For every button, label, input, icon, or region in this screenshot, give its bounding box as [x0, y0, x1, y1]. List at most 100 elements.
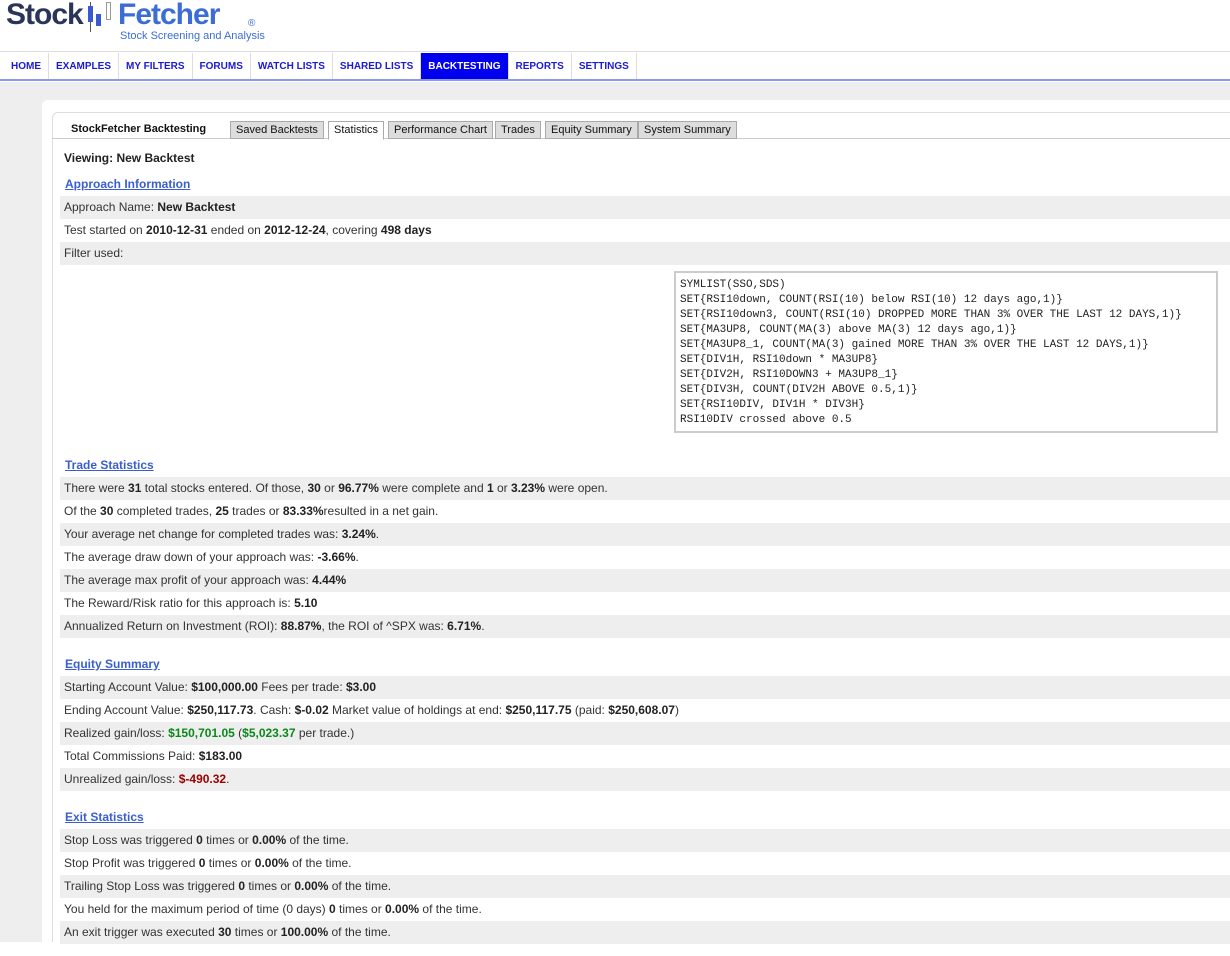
- tab-trades[interactable]: Trades: [495, 121, 541, 139]
- stat-value: 0.00%: [294, 879, 329, 893]
- stat-row: Filter used:: [60, 242, 1230, 265]
- tab-equity-summary[interactable]: Equity Summary: [545, 121, 638, 139]
- stat-value: $5,023.37: [242, 726, 296, 740]
- stat-value: 100.00%: [280, 925, 329, 939]
- stat-text: Of the: [64, 504, 101, 518]
- stat-value: $183.00: [198, 749, 243, 763]
- stat-row: An exit trigger was executed 30 times or…: [60, 921, 1230, 944]
- stat-text: Test started on: [64, 223, 147, 237]
- stat-text: of the time.: [419, 902, 482, 916]
- stat-text: times or: [231, 925, 281, 939]
- tab-statistics[interactable]: Statistics: [328, 121, 385, 140]
- candlestick-icon: [106, 2, 111, 20]
- stat-row: Realized gain/loss: $150,701.05 ($5,023.…: [60, 722, 1230, 745]
- stat-row: Stop Loss was triggered 0 times or 0.00%…: [60, 829, 1230, 852]
- stat-value: $-490.32: [178, 772, 227, 786]
- nav-watch-lists[interactable]: WATCH LISTS: [251, 53, 333, 79]
- stat-text: of the time.: [328, 879, 392, 893]
- stat-text: Stop Profit was triggered: [64, 856, 199, 870]
- stat-text: were open.: [545, 481, 608, 495]
- nav-settings[interactable]: SETTINGS: [572, 53, 637, 79]
- stat-text: The Reward/Risk ratio for this approach …: [64, 596, 295, 610]
- stat-value: 3.24%: [341, 527, 376, 541]
- stat-text: Filter used:: [64, 246, 124, 260]
- stat-text: times or: [245, 879, 295, 893]
- stat-row: Your average net change for completed tr…: [60, 523, 1230, 546]
- stat-value: 83.33%: [282, 504, 324, 518]
- stat-text: (paid:: [571, 703, 609, 717]
- nav-my-filters[interactable]: MY FILTERS: [119, 53, 193, 79]
- registered-icon: ®: [248, 18, 256, 29]
- stockfetcher-logo[interactable]: Stock Fetcher ® Stock Screening and Anal…: [6, 0, 306, 50]
- nav-shared-lists[interactable]: SHARED LISTS: [333, 53, 422, 79]
- stat-value: 31: [128, 481, 142, 495]
- stat-value: 30: [100, 504, 114, 518]
- stat-text: times or: [205, 856, 255, 870]
- tabs-title: StockFetcher Backtesting: [71, 123, 207, 135]
- stat-text: . Cash:: [253, 703, 295, 717]
- stat-row: Annualized Return on Investment (ROI): 8…: [60, 615, 1230, 638]
- stat-text: .: [355, 550, 359, 564]
- stat-row: The Reward/Risk ratio for this approach …: [60, 592, 1230, 615]
- tab-saved-backtests[interactable]: Saved Backtests: [230, 121, 324, 139]
- stat-value: -3.66%: [317, 550, 356, 564]
- stat-text: , the ROI of ^SPX was:: [321, 619, 448, 633]
- stat-text: .: [226, 772, 230, 786]
- stat-row: Trailing Stop Loss was triggered 0 times…: [60, 875, 1230, 898]
- stat-row: Total Commissions Paid: $183.00: [60, 745, 1230, 768]
- stat-value: 6.71%: [447, 619, 482, 633]
- nav-home[interactable]: HOME: [4, 53, 49, 79]
- stat-text: Annualized Return on Investment (ROI):: [64, 619, 281, 633]
- stat-text: per trade.): [295, 726, 355, 740]
- stat-row: You held for the maximum period of time …: [60, 898, 1230, 921]
- nav-reports[interactable]: REPORTS: [509, 53, 572, 79]
- stat-row: Of the 30 completed trades, 25 trades or…: [60, 500, 1230, 523]
- stat-value: $250,117.75: [505, 703, 572, 717]
- stat-text: trades or: [228, 504, 283, 518]
- stat-text: Fees per trade:: [257, 680, 346, 694]
- stat-text: Market value of holdings at end:: [328, 703, 506, 717]
- stat-text: , covering: [325, 223, 381, 237]
- logo-word-stock: Stock: [6, 0, 84, 31]
- stat-text: Trailing Stop Loss was triggered: [64, 879, 239, 893]
- section-link-approach-information[interactable]: Approach Information: [65, 177, 190, 191]
- section-link-equity-summary[interactable]: Equity Summary: [65, 657, 160, 671]
- section-link-exit-statistics[interactable]: Exit Statistics: [65, 810, 144, 824]
- stat-value: 0.00%: [385, 902, 420, 916]
- stat-text: of the time.: [328, 925, 391, 939]
- nav-examples[interactable]: EXAMPLES: [49, 53, 120, 79]
- stat-row: Unrealized gain/loss: $-490.32.: [60, 768, 1230, 791]
- stat-value: 0: [238, 879, 245, 893]
- stat-value: 3.23%: [510, 481, 546, 495]
- stat-text: Unrealized gain/loss:: [64, 772, 179, 786]
- stat-text: Starting Account Value:: [64, 680, 192, 694]
- stat-value: 498 days: [380, 223, 432, 237]
- stat-value: 0.00%: [254, 856, 289, 870]
- stat-text: Approach Name:: [64, 200, 158, 214]
- stat-text: Stop Loss was triggered: [64, 833, 197, 847]
- stat-value: $3.00: [345, 680, 377, 694]
- tab-performance-chart[interactable]: Performance Chart: [388, 121, 493, 139]
- stat-text: resulted in a net gain.: [323, 504, 439, 518]
- stat-text: of the time.: [286, 833, 349, 847]
- stat-text: ended on: [207, 223, 265, 237]
- stat-value: 88.87%: [280, 619, 322, 633]
- logo-word-fetcher: Fetcher: [118, 0, 220, 31]
- stat-text: The average max profit of your approach …: [64, 573, 313, 587]
- tab-system-summary[interactable]: System Summary: [638, 121, 737, 139]
- nav-backtesting[interactable]: BACKTESTING: [421, 53, 509, 79]
- stat-value: $250,608.07: [608, 703, 675, 717]
- candlestick-icon: [88, 6, 93, 22]
- stat-value: 96.77%: [338, 481, 379, 495]
- nav-forums[interactable]: FORUMS: [193, 53, 251, 79]
- stat-value: $250,117.73: [187, 703, 254, 717]
- stat-value: 0.00%: [252, 833, 287, 847]
- stat-text: The average draw down of your approach w…: [64, 550, 318, 564]
- equity-summary-rows: Starting Account Value: $100,000.00 Fees…: [60, 676, 1230, 791]
- stat-value: 5.10: [294, 596, 318, 610]
- stat-text: or: [493, 481, 511, 495]
- stat-row: Starting Account Value: $100,000.00 Fees…: [60, 676, 1230, 699]
- stat-row: The average draw down of your approach w…: [60, 546, 1230, 569]
- stat-row: Approach Name: New Backtest: [60, 196, 1230, 219]
- section-link-trade-statistics[interactable]: Trade Statistics: [65, 458, 154, 472]
